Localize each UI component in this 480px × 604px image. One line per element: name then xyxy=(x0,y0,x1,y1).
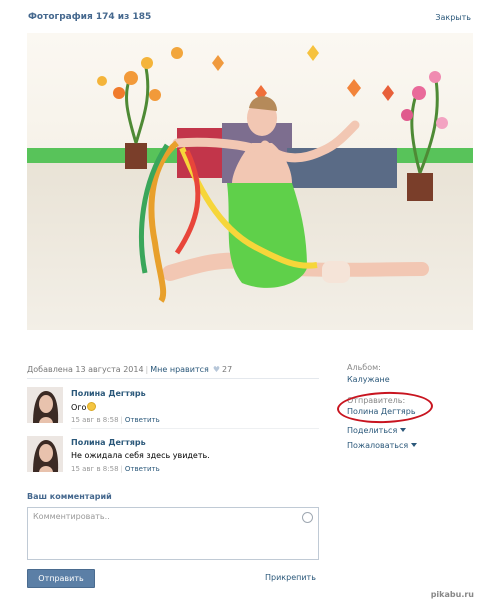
share-label: Поделиться xyxy=(347,426,398,435)
like-link[interactable]: Мне нравится xyxy=(150,365,209,374)
photo-meta: Добавлена 13 августа 2014 | Мне нравится ♥ 2… xyxy=(27,365,232,374)
comment-input[interactable] xyxy=(28,508,318,559)
reply-link[interactable]: Ответить xyxy=(125,465,160,473)
meta-divider xyxy=(27,378,319,379)
comment-item: Полина Дегтярь Не ожидала себя здесь уви… xyxy=(27,436,319,474)
send-button[interactable]: Отправить xyxy=(27,569,95,588)
avatar[interactable] xyxy=(27,387,63,423)
comment-box xyxy=(27,507,319,560)
comment-meta: 15 авг в 8:58 | Ответить xyxy=(71,465,160,473)
chevron-down-icon xyxy=(400,428,407,432)
chevron-down-icon xyxy=(411,443,418,447)
report-menu[interactable]: Пожаловаться xyxy=(347,441,418,450)
comment-meta: 15 авг в 8:58 | Ответить xyxy=(71,416,160,424)
comment-meta-separator: | xyxy=(120,416,123,424)
avatar-image xyxy=(27,436,63,472)
album-link[interactable]: Калужане xyxy=(347,375,390,384)
avatar[interactable] xyxy=(27,436,63,472)
avatar-image xyxy=(27,387,63,423)
added-date: Добавлена 13 августа 2014 xyxy=(27,365,144,374)
photo-illustration xyxy=(27,33,473,330)
comment-meta-separator: | xyxy=(120,465,123,473)
share-menu[interactable]: Поделиться xyxy=(347,426,407,435)
gymnast-photo xyxy=(27,33,473,330)
comment-item: Полина Дегтярь Ого 15 авг в 8:58 | Ответит… xyxy=(27,387,319,425)
comment-text: Не ожидала себя здесь увидеть. xyxy=(71,451,210,460)
comment-author[interactable]: Полина Дегтярь xyxy=(71,389,146,398)
emoji-icon[interactable] xyxy=(302,512,313,523)
close-link[interactable]: Закрыть xyxy=(435,13,471,22)
album-label: Альбом: xyxy=(347,363,381,372)
attach-link[interactable]: Прикрепить xyxy=(265,573,316,582)
your-comment-title: Ваш комментарий xyxy=(27,492,112,501)
heart-icon[interactable]: ♥ xyxy=(213,365,220,374)
like-count: 27 xyxy=(222,365,233,374)
watermark: pikabu.ru xyxy=(430,590,474,599)
comment-date: 15 авг в 8:58 xyxy=(71,416,119,424)
report-label: Пожаловаться xyxy=(347,441,409,450)
comment-text-content: Ого xyxy=(71,403,87,412)
comment-date: 15 авг в 8:58 xyxy=(71,465,119,473)
reply-link[interactable]: Ответить xyxy=(125,416,160,424)
photo-counter-title: Фотография 174 из 185 xyxy=(28,12,152,22)
comment-divider xyxy=(71,428,319,429)
comment-text: Ого xyxy=(71,402,97,412)
comment-author[interactable]: Полина Дегтярь xyxy=(71,438,146,447)
meta-separator: | xyxy=(145,365,149,374)
smile-emoji-icon xyxy=(87,402,97,411)
